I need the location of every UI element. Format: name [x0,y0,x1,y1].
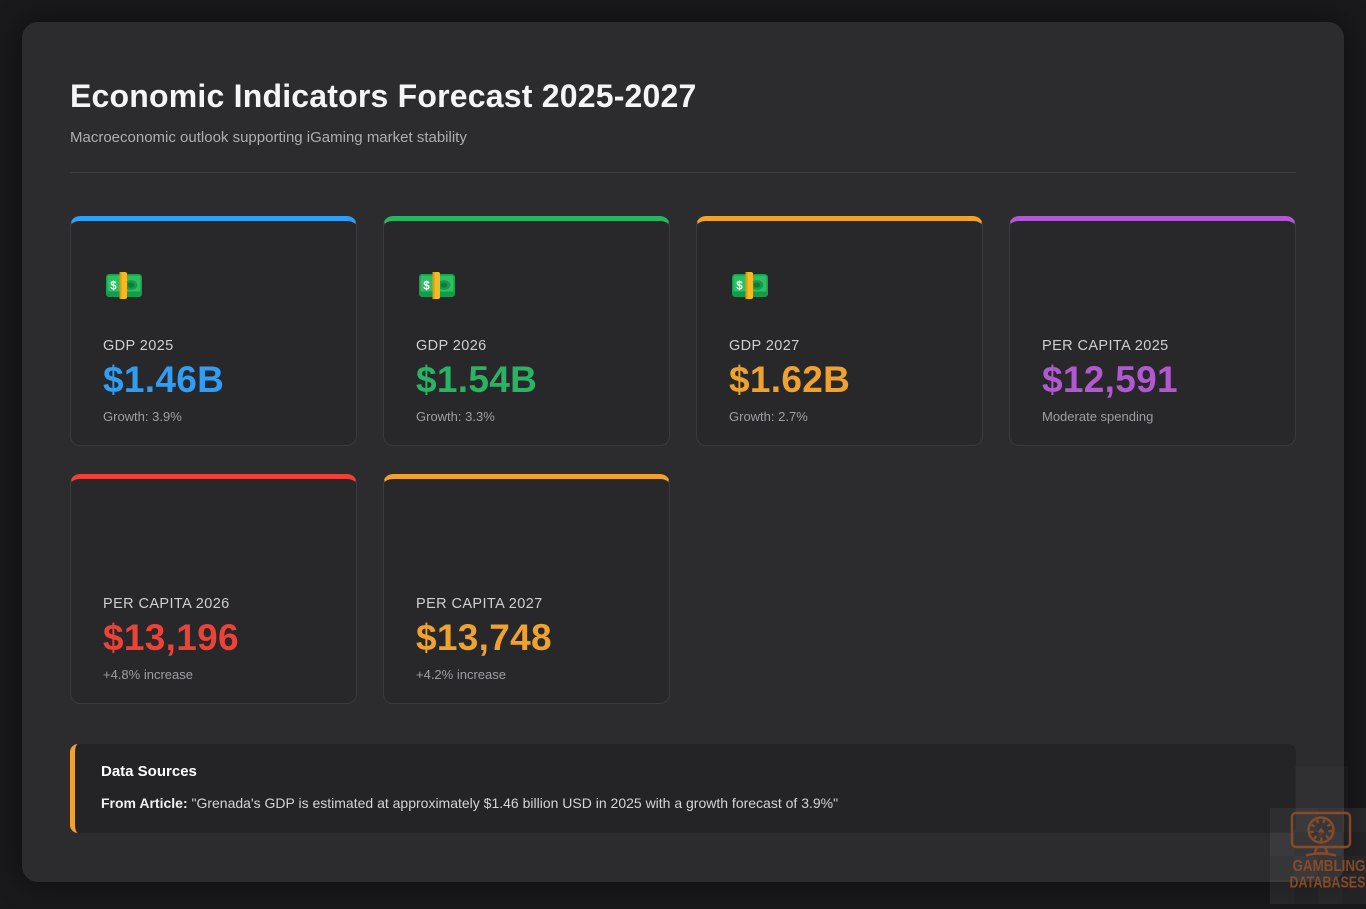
metric-card: PER CAPITA 2026 $13,196 +4.8% increase [70,474,357,704]
svg-text:$: $ [736,281,743,293]
card-label: GDP 2026 [416,339,639,354]
spade-icon: ♠ [1318,824,1325,838]
money-icon: $ [103,265,145,307]
card-value: $13,748 [416,617,639,658]
card-note: Growth: 3.9% [103,409,326,424]
card-value: $1.54B [416,359,639,400]
money-icon: $ [729,265,771,307]
data-sources-prefix: From Article: [101,795,188,811]
card-label: GDP 2027 [729,339,952,354]
dashboard-panel: Economic Indicators Forecast 2025-2027 M… [22,22,1344,882]
metric-card: PER CAPITA 2025 $12,591 Moderate spendin… [1009,216,1296,446]
page-subtitle: Macroeconomic outlook supporting iGaming… [70,129,1296,146]
metric-card: $ GDP 2027 $1.62B Growth: 2.7% [696,216,983,446]
card-label: PER CAPITA 2025 [1042,339,1265,354]
watermark-transparency-artifact [1295,766,1348,808]
metric-card: $ GDP 2025 $1.46B Growth: 3.9% [70,216,357,446]
card-note: Growth: 2.7% [729,409,952,424]
svg-text:$: $ [423,281,430,293]
metric-card: PER CAPITA 2027 $13,748 +4.2% increase [383,474,670,704]
metric-cards-grid: $ GDP 2025 $1.46B Growth: 3.9% $ GDP 202… [70,216,1296,704]
person-icon [416,523,458,565]
card-note: +4.2% increase [416,667,639,682]
card-note: Moderate spending [1042,409,1265,424]
card-label: PER CAPITA 2026 [103,597,326,612]
gambling-databases-watermark: ♠ GAMBLING DATABASES [1270,808,1366,904]
card-note: Growth: 3.3% [416,409,639,424]
card-note: +4.8% increase [103,667,326,682]
card-value: $1.46B [103,359,326,400]
money-icon: $ [416,265,458,307]
card-value: $1.62B [729,359,952,400]
watermark-line1: GAMBLING [1293,858,1366,875]
page-title: Economic Indicators Forecast 2025-2027 [70,76,1296,116]
svg-text:$: $ [110,281,117,293]
card-value: $12,591 [1042,359,1265,400]
watermark-line2: DATABASES [1290,875,1366,892]
header-divider [70,172,1296,173]
card-value: $13,196 [103,617,326,658]
data-sources-quote: "Grenada's GDP is estimated at approxima… [188,795,838,811]
person-icon [1042,265,1084,307]
data-sources-text: From Article: "Grenada's GDP is estimate… [101,794,1270,812]
card-label: GDP 2025 [103,339,326,354]
metric-card: $ GDP 2026 $1.54B Growth: 3.3% [383,216,670,446]
person-icon [103,523,145,565]
card-label: PER CAPITA 2027 [416,597,639,612]
slot-machine-monitor-icon: ♠ GAMBLING DATABASES [1270,808,1366,904]
data-sources-callout: Data Sources From Article: "Grenada's GD… [70,744,1296,833]
data-sources-title: Data Sources [101,763,1270,780]
